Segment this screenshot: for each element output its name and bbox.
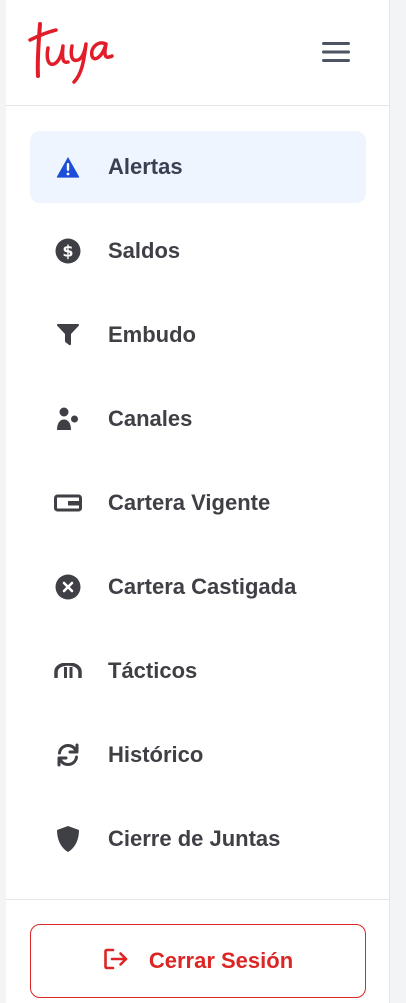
tuya-logo[interactable]: tuya (26, 14, 122, 86)
sidebar-item-label: Saldos (108, 238, 181, 263)
sidebar: tuya (6, 0, 390, 1003)
sidebar-item-cartera-castigada[interactable]: Cartera Castigada (30, 551, 366, 623)
tuya-logo-icon (28, 22, 114, 84)
sidebar-item-cartera-vigente[interactable]: Cartera Vigente (30, 467, 366, 539)
sidebar-item-label: Tácticos (108, 658, 198, 683)
x-circle-icon (54, 573, 82, 601)
sidebar-item-historico[interactable]: Histórico (30, 719, 366, 791)
magnet-icon (54, 657, 82, 685)
wallet-icon (54, 489, 82, 517)
sidebar-item-canales[interactable]: Canales (30, 383, 366, 455)
sidebar-item-label: Cierre de Juntas (108, 826, 281, 851)
dollar-circle-icon: $ (54, 237, 82, 265)
logout-button[interactable]: Cerrar Sesión (30, 924, 366, 998)
sidebar-item-label: Alertas (108, 154, 183, 179)
sidebar-header: tuya (6, 0, 389, 106)
sidebar-item-alertas[interactable]: Alertas (30, 131, 366, 203)
sidebar-item-label: Cartera Vigente (108, 490, 271, 515)
sidebar-item-label: Embudo (108, 322, 196, 347)
svg-text:$: $ (62, 242, 73, 261)
sidebar-item-saldos[interactable]: $ Saldos (30, 215, 366, 287)
footer-divider (6, 899, 390, 900)
refresh-icon (54, 741, 82, 769)
hamburger-icon (322, 42, 350, 62)
users-icon (54, 405, 82, 433)
funnel-icon (54, 321, 82, 349)
sidebar-item-label: Cartera Castigada (108, 574, 297, 599)
alert-triangle-icon (54, 153, 82, 181)
hamburger-menu-button[interactable] (314, 34, 358, 70)
shield-icon (54, 825, 82, 853)
logout-icon (103, 947, 129, 976)
sidebar-item-embudo[interactable]: Embudo (30, 299, 366, 371)
sidebar-nav: Alertas $ Saldos Embudo Canales Cartera … (30, 131, 366, 887)
sidebar-item-label: Canales (108, 406, 193, 431)
logout-label: Cerrar Sesión (148, 948, 294, 973)
sidebar-item-tacticos[interactable]: Tácticos (30, 635, 366, 707)
sidebar-item-cierre-de-juntas[interactable]: Cierre de Juntas (30, 803, 366, 875)
sidebar-item-label: Histórico (108, 742, 204, 767)
